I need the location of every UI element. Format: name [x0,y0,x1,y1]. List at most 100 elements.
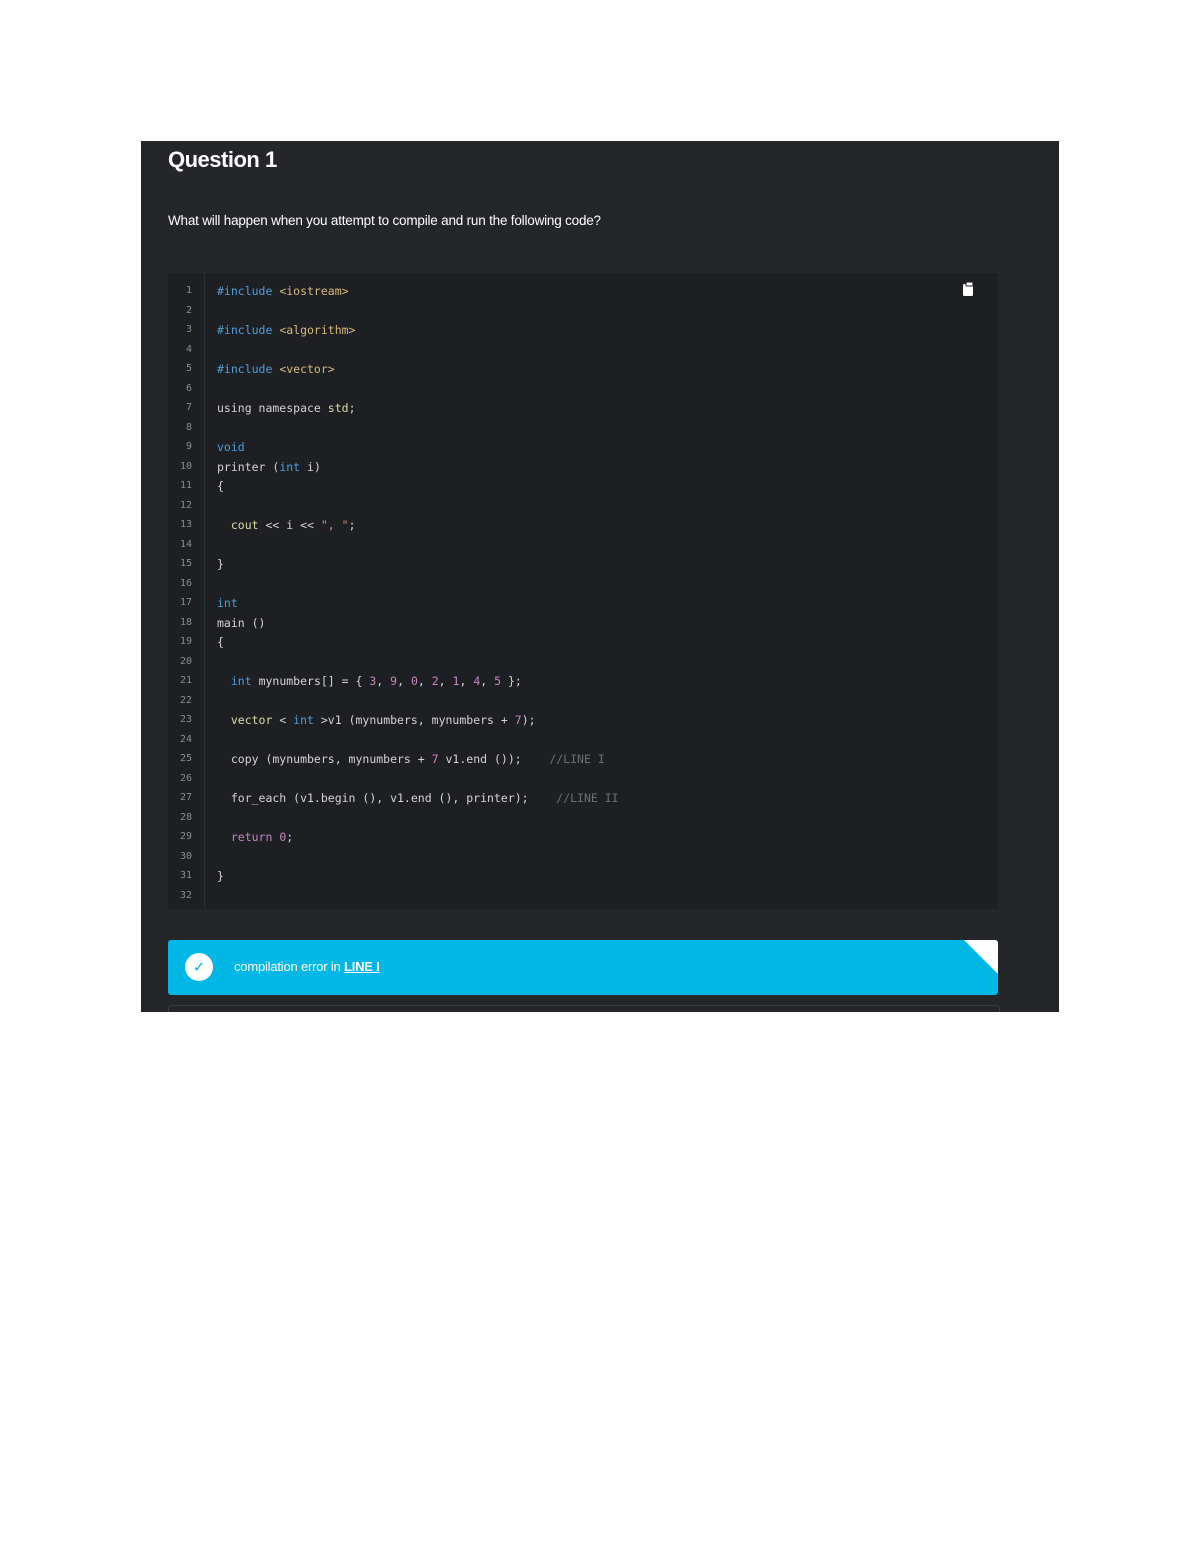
code-token: main () [217,615,266,630]
code-token: copy (mynumbers, mynumbers + [217,752,432,766]
line-number: 21 [179,675,192,686]
line-number: 9 [185,441,192,452]
code-token: using namespace [217,401,328,415]
line-number: 26 [179,772,192,784]
line-number: 15 [179,558,192,569]
code-token: i) [300,459,321,474]
code-token: ; [348,518,356,532]
line-number: 4 [185,343,192,355]
code-token: return [217,830,273,844]
code-line: } [217,868,224,884]
code-token: , [480,674,495,688]
code-token: void [217,440,245,454]
code-line: { [217,634,224,650]
line-number: 5 [185,363,192,374]
check-icon: ✓ [185,953,213,981]
code-line: void [217,439,245,455]
code-line: using namespace std; [217,400,356,416]
line-number: 20 [179,655,192,667]
answer-link[interactable]: LINE I [344,959,380,974]
next-answer-option[interactable] [168,1005,1000,1012]
line-number: 11 [179,480,192,491]
line-number: 22 [179,694,192,706]
code-token: 2 [431,674,439,688]
line-number: 3 [185,324,192,335]
code-token: printer ( [217,459,280,474]
line-number: 6 [185,382,192,394]
code-token: 7 [431,752,439,766]
line-number: 25 [179,753,192,764]
line-number: 18 [179,616,192,628]
line-number: 14 [179,538,192,550]
code-token: vector [217,713,273,727]
code-token: , [397,674,411,688]
code-line: printer (int i) [217,459,321,475]
answer-label: compilation error in [234,959,344,974]
line-number: 16 [179,577,192,589]
code-token: <algorithm> [272,323,356,337]
code-line: int mynumbers[] = { 3, 9, 0, 2, 1, 4, 5 … [217,673,522,689]
code-line: vector < int >v1 (mynumbers, mynumbers +… [217,712,536,728]
line-number: 19 [179,636,192,647]
line-number: 31 [179,870,192,881]
question-prompt: What will happen when you attempt to com… [168,213,601,228]
code-token: //LINE I [549,752,605,766]
code-token: < [272,713,294,727]
code-token: #include [217,362,273,376]
code-line: #include <vector> [217,361,335,377]
code-token: ", " [320,518,349,532]
code-token: int [293,713,314,727]
code-line: cout << i << ", "; [217,517,356,533]
code-token: v1.end ()); [438,752,550,766]
line-number-gutter: 1 2 3 4 5 6 7 8 9 10 11 12 13 14 15 16 17 18 19 20 21 22 23 24 2… [168,273,205,909]
line-number: 23 [179,714,192,725]
line-number: 27 [179,792,192,803]
copy-icon[interactable] [962,281,976,297]
code-token: int [279,459,301,474]
line-number: 30 [179,850,192,862]
code-token: <vector> [272,362,335,376]
code-line: copy (mynumbers, mynumbers + 7 v1.end ()… [217,751,605,767]
code-token: ); [521,713,536,727]
line-number: 2 [185,304,192,316]
code-token: ; [286,830,294,844]
code-line: for_each (v1.begin (), v1.end (), printe… [217,790,619,806]
code-token: , [376,674,391,688]
code-token: for_each (v1.begin (), v1.end (), printe… [217,791,557,805]
code-token: , [459,674,474,688]
code-line: #include <algorithm> [217,322,355,338]
line-number: 1 [185,285,192,296]
code-line: #include <iostream> [217,283,349,299]
code-token: } [217,557,224,571]
code-token: <iostream> [272,284,349,298]
line-number: 29 [179,831,192,842]
line-number: 12 [179,499,192,511]
code-token: int [230,674,252,688]
code-token: int [217,596,238,610]
code-line: { [217,478,224,494]
line-number: 7 [185,402,192,413]
line-number: 32 [179,889,192,901]
code-token: //LINE II [556,791,619,805]
question-title: Question 1 [168,147,277,172]
code-token: cout [217,518,259,532]
code-token: #include [217,284,273,298]
line-number: 8 [185,421,192,433]
code-token: , [417,674,432,688]
code-token: std [327,401,349,415]
code-token: , [438,674,453,688]
line-number: 10 [179,460,192,472]
code-token: mynumbers[] = { [251,674,370,688]
line-number: 13 [179,519,192,530]
question-card: Question 1 What will happen when you att… [141,141,1059,1012]
line-number: 24 [179,733,192,745]
code-token: >v1 (mynumbers, mynumbers + [313,713,515,727]
code-token: #include [217,323,273,337]
answer-text: compilation error in LINE I [234,959,380,974]
answer-option-correct[interactable]: ✓ compilation error in LINE I [168,940,998,995]
code-token: 0 [410,674,418,688]
code-token: ; [348,401,356,415]
code-line: int [217,595,238,611]
code-line: return 0; [217,829,293,845]
